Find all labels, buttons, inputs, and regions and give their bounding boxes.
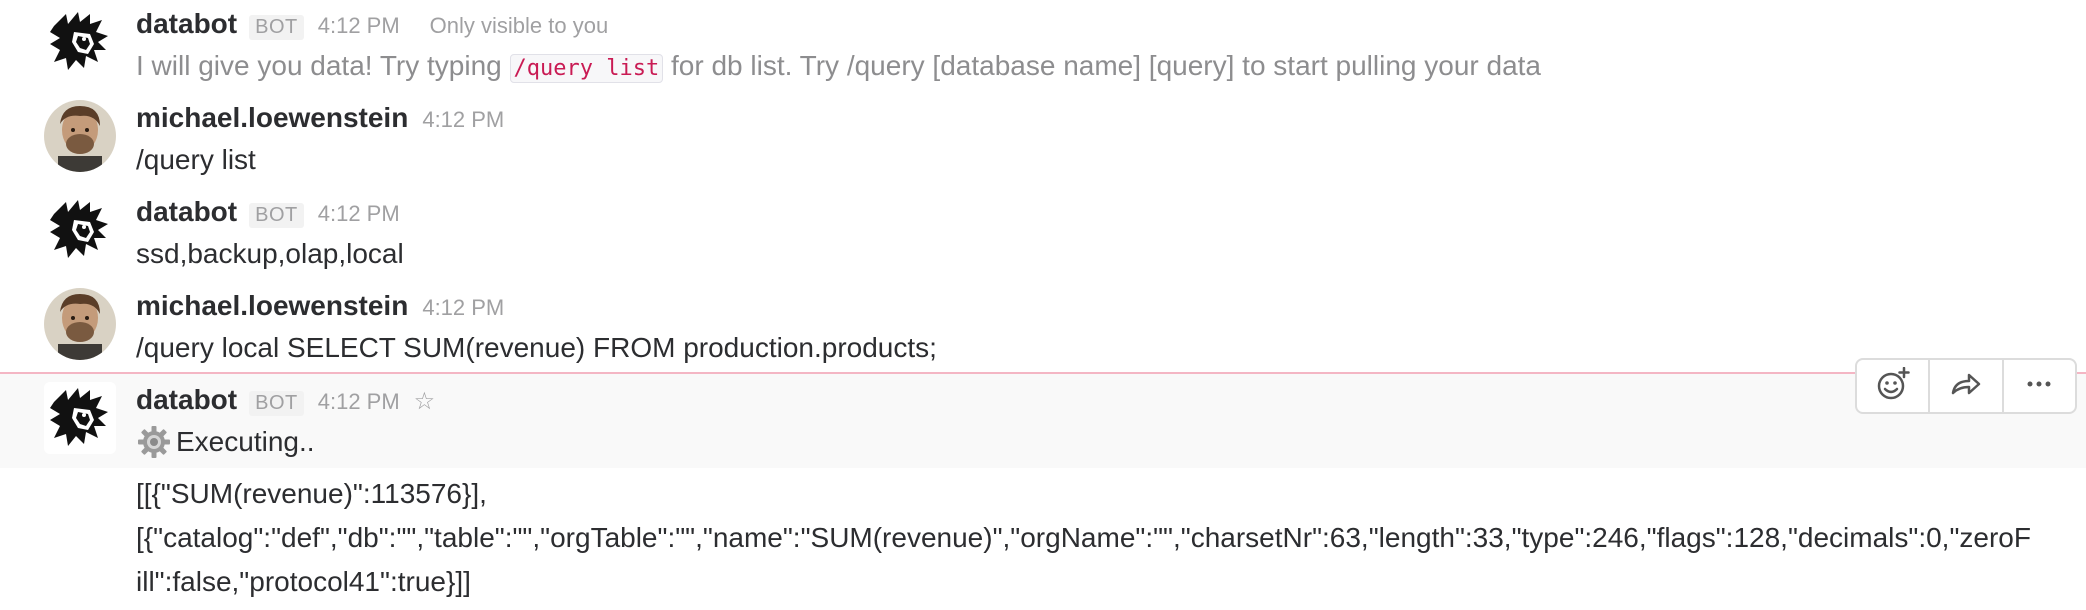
user-avatar[interactable]	[44, 100, 116, 172]
result-line: [[{"SUM(revenue)":113576}],	[136, 478, 487, 509]
status-line: Executing..	[136, 424, 315, 460]
sender-name[interactable]: databot	[136, 384, 237, 416]
lion-head-icon[interactable]	[44, 194, 116, 266]
message-text-part: I will give you data! Try typing	[136, 50, 510, 81]
sender-name[interactable]: databot	[136, 8, 237, 40]
lion-head-icon[interactable]	[44, 6, 116, 78]
lion-head-icon[interactable]	[44, 382, 116, 454]
message-feed: databot BOT 4:12 PM Only visible to you …	[0, 0, 2086, 610]
more-actions-icon	[2022, 367, 2056, 406]
message-text: ssd,backup,olap,local	[136, 238, 404, 269]
inline-code: /query list	[509, 54, 664, 83]
bot-badge: BOT	[249, 391, 304, 416]
message-databot-executing[interactable]: databot BOT 4:12 PM ☆ Executing..	[0, 374, 2086, 468]
query-result: [[{"SUM(revenue)":113576}], [{"catalog":…	[136, 472, 2036, 604]
visibility-note: Only visible to you	[429, 13, 609, 38]
message-user-sql-query: michael.loewenstein 4:12 PM /query local…	[0, 282, 2086, 372]
sender-name[interactable]: michael.loewenstein	[136, 102, 408, 134]
message-actions-toolbar	[1855, 358, 2077, 414]
share-button[interactable]	[1930, 360, 2004, 412]
add-reaction-button[interactable]	[1857, 360, 1931, 412]
sender-name[interactable]: databot	[136, 196, 237, 228]
bot-badge: BOT	[249, 203, 304, 228]
status-text: Executing..	[176, 426, 315, 457]
bot-badge: BOT	[249, 15, 304, 40]
add-reaction-icon	[1876, 366, 1910, 406]
message-databot-intro: databot BOT 4:12 PM Only visible to you …	[0, 0, 2086, 94]
timestamp[interactable]: 4:12 PM	[318, 13, 400, 39]
more-actions-button[interactable]	[2004, 360, 2075, 412]
message-text: /query local SELECT SUM(revenue) FROM pr…	[136, 332, 937, 363]
share-icon	[1949, 367, 1983, 406]
star-icon[interactable]: ☆	[414, 387, 436, 416]
message-text: I will give you data! Try typing /query …	[136, 48, 1541, 87]
sender-name[interactable]: michael.loewenstein	[136, 290, 408, 322]
user-avatar[interactable]	[44, 288, 116, 360]
message-databot-db-list: databot BOT 4:12 PM ssd,backup,olap,loca…	[0, 188, 2086, 282]
result-line: [{"catalog":"def","db":"","table":"","or…	[136, 522, 2031, 597]
message-text-part: for db list. Try /query [database name] …	[663, 50, 1542, 81]
timestamp[interactable]: 4:12 PM	[422, 107, 504, 133]
timestamp[interactable]: 4:12 PM	[318, 201, 400, 227]
message-text: /query list	[136, 144, 256, 175]
gear-icon	[136, 424, 176, 460]
message-user-query-list: michael.loewenstein 4:12 PM /query list	[0, 94, 2086, 188]
timestamp[interactable]: 4:12 PM	[422, 295, 504, 321]
timestamp[interactable]: 4:12 PM	[318, 389, 400, 415]
